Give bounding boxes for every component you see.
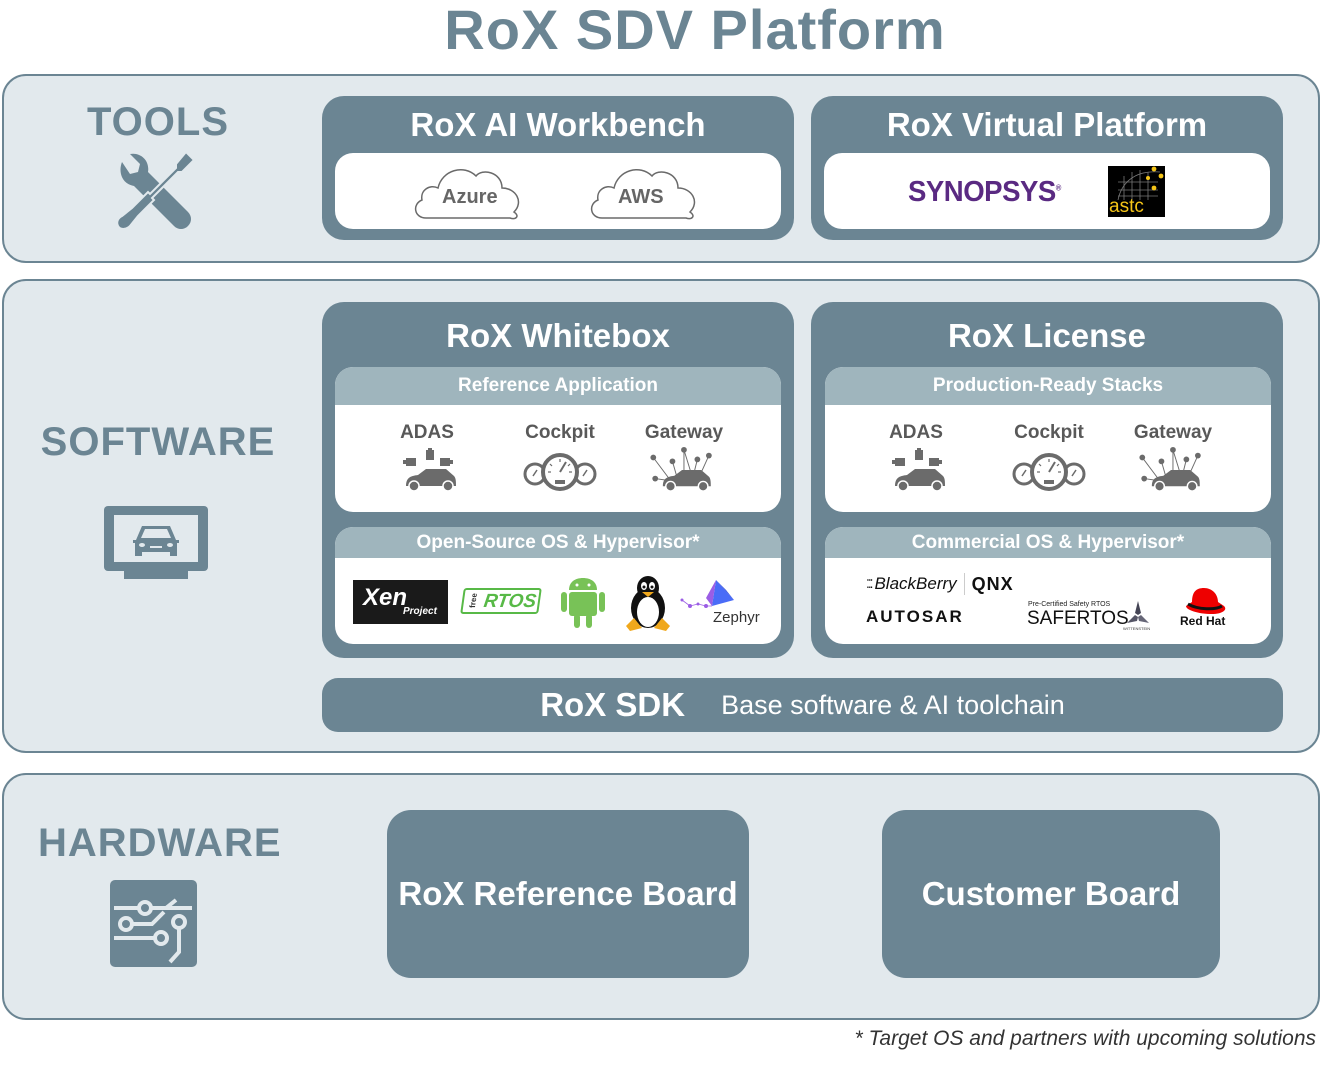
freertos-rtos-text: RTOS: [482, 591, 538, 612]
redhat-fedora-icon: [1186, 588, 1226, 614]
freertos-logo: free RTOS: [460, 588, 542, 614]
license-app-adas[interactable]: ADAS: [861, 422, 971, 444]
wittenstein-text: WITTENSTEIN: [1123, 626, 1151, 631]
license-app-cockpit[interactable]: Cockpit: [994, 422, 1104, 444]
android-icon: [561, 578, 605, 628]
astc-logo: astc: [1108, 166, 1165, 217]
adas-car-icon: [403, 448, 456, 492]
sdk-title: RoX SDK: [540, 686, 686, 723]
blackberry-dots-icon: ⁚⁚⁚: [866, 577, 874, 591]
redhat-logo: Red Hat: [1178, 586, 1234, 630]
virtual-platform-title: RoX Virtual Platform: [886, 106, 1208, 143]
synopsys-logo: SYNOPSYS®: [908, 176, 1061, 208]
freertos-free-text: free: [467, 593, 479, 608]
software-label: SOFTWARE: [40, 420, 276, 464]
azure-label: Azure: [442, 186, 498, 208]
xen-logo-sub: Project: [403, 606, 437, 617]
rox-sdk-bar: RoX SDK Base software & AI toolchain: [322, 678, 1283, 732]
xen-project-logo: Xen Project: [353, 580, 448, 624]
aws-label: AWS: [618, 186, 664, 208]
safertos-pre-text: Pre-Certified Safety RTOS: [1028, 601, 1111, 608]
customer-board[interactable]: Customer Board: [882, 810, 1220, 978]
globe-stars-icon: [1117, 166, 1164, 200]
wittenstein-icon: [1127, 601, 1149, 623]
whitebox-app-gateway[interactable]: Gateway: [629, 422, 739, 444]
license-os-header: Commercial OS & Hypervisor*: [825, 527, 1271, 558]
whitebox-title: RoX Whitebox: [446, 317, 670, 354]
ai-workbench-panel: [335, 153, 781, 229]
adas-car-icon: [892, 448, 945, 492]
gateway-car-icon: [1139, 446, 1201, 492]
zephyr-logo: Zephyr: [680, 578, 770, 628]
license-app-gateway[interactable]: Gateway: [1118, 422, 1228, 444]
whitebox-os-header: Open-Source OS & Hypervisor*: [335, 527, 781, 558]
linux-tux-icon: [626, 576, 670, 631]
redhat-logo-text: Red Hat: [1180, 614, 1226, 628]
safertos-logo-text: SAFERTOS: [1027, 608, 1129, 629]
synopsys-logo-text: SYNOPSYS: [908, 176, 1056, 208]
astc-logo-text: astc: [1109, 196, 1144, 217]
wrench-screwdriver-icon: [116, 150, 196, 230]
tools-label: TOOLS: [86, 100, 230, 144]
blackberry-logo-text: BlackBerry: [874, 574, 957, 593]
license-apps-header: Production-Ready Stacks: [825, 367, 1271, 405]
blackberry-qnx-logo: ⁚⁚⁚ BlackBerry QNX: [866, 572, 1014, 596]
whitebox-app-adas[interactable]: ADAS: [372, 422, 482, 444]
ai-workbench-title: RoX AI Workbench: [410, 106, 706, 143]
autosar-logo: AUTOSAR: [866, 607, 964, 626]
hardware-label: HARDWARE: [38, 821, 282, 865]
monitor-car-icon: [104, 506, 208, 579]
cockpit-gauges-icon: [523, 453, 597, 491]
circuit-board-icon: [110, 880, 197, 967]
logo-divider: [963, 573, 965, 595]
aws-cloud[interactable]: AWS: [588, 160, 703, 224]
page-title: RoX SDV Platform: [444, 0, 946, 61]
qnx-logo-text: QNX: [971, 573, 1014, 594]
whitebox-app-cockpit[interactable]: Cockpit: [505, 422, 615, 444]
zephyr-logo-text: Zephyr: [713, 609, 760, 626]
zephyr-kite-icon: [680, 580, 734, 608]
cockpit-gauges-icon: [1012, 453, 1086, 491]
footnote: * Target OS and partners with upcoming s…: [854, 1027, 1316, 1050]
gateway-car-icon: [650, 446, 712, 492]
safertos-logo: Pre-Certified Safety RTOS SAFERTOS WITTE…: [1027, 601, 1159, 633]
whitebox-apps-header: Reference Application: [335, 367, 781, 405]
azure-cloud[interactable]: Azure: [412, 160, 527, 224]
rox-reference-board[interactable]: RoX Reference Board: [387, 810, 749, 978]
sdk-subtitle: Base software & AI toolchain: [721, 689, 1065, 720]
xen-logo-text: Xen: [363, 584, 408, 611]
license-title: RoX License: [947, 317, 1147, 354]
